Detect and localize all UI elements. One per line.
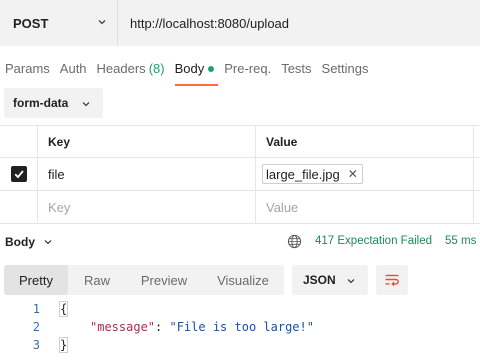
row-key-cell[interactable]: file (38, 158, 256, 190)
method-label: POST (13, 15, 49, 31)
tab-tests-label: Tests (281, 61, 312, 76)
url-text: http://localhost:8080/upload (130, 15, 290, 31)
new-row-extra-cell (474, 191, 480, 223)
close-brace: } (58, 337, 69, 353)
response-time[interactable]: 55 ms (445, 235, 476, 247)
code-key-value: "message": "File is too large!" (90, 320, 314, 334)
row-key-text: file (48, 166, 65, 182)
body-type-select[interactable]: form-data (4, 88, 103, 118)
code-line: 2 "message": "File is too large!" (0, 318, 480, 336)
json-separator: : (155, 320, 170, 334)
body-type-label: form-data (13, 96, 69, 110)
tab-params[interactable]: Params (0, 56, 55, 86)
chevron-down-icon (82, 102, 90, 107)
code-line: 1 { (0, 300, 480, 318)
body-active-dot-icon (208, 66, 215, 72)
response-header: Body 417 Expectation Failed 55 ms (0, 230, 480, 254)
header-extra-cell (474, 126, 480, 157)
json-value: "File is too large!" (169, 320, 314, 334)
view-tab-preview[interactable]: Preview (126, 265, 202, 295)
headers-count: (8) (148, 61, 165, 76)
line-number: 3 (32, 338, 40, 352)
view-tab-raw[interactable]: Raw (68, 265, 126, 295)
row-enabled-checkbox[interactable] (10, 166, 27, 182)
response-body-code[interactable]: 1 { 2 "message": "File is too large!" 3 … (0, 300, 480, 354)
line-number: 2 (32, 320, 40, 334)
status-badge[interactable]: 417 Expectation Failed (315, 235, 432, 247)
format-label: JSON (303, 273, 336, 287)
view-tab-pretty[interactable]: Pretty (4, 265, 68, 295)
row-check-cell (0, 158, 38, 190)
request-bar: POST http://localhost:8080/upload (0, 0, 480, 46)
remove-file-icon[interactable]: ✕ (348, 167, 358, 181)
row-value-cell: large_file.jpg ✕ (256, 158, 474, 190)
wrap-lines-button[interactable] (376, 265, 408, 295)
globe-icon[interactable] (287, 234, 302, 249)
file-chip: large_file.jpg ✕ (262, 164, 363, 184)
tab-auth[interactable]: Auth (55, 56, 92, 86)
form-data-table: Key Value file large_file.jpg ✕ Key Valu… (0, 125, 480, 224)
tab-params-label: Params (5, 61, 50, 76)
tab-settings-label: Settings (321, 61, 369, 76)
code-line: 3 } (0, 336, 480, 354)
request-tabs: Params Auth Headers (8) Body Pre-req. Tes… (0, 56, 374, 86)
column-header-key: Key (38, 126, 256, 157)
tab-settings[interactable]: Settings (317, 56, 374, 86)
view-tab-visualize[interactable]: Visualize (202, 265, 284, 295)
column-header-value: Value (256, 126, 474, 157)
open-brace: { (58, 301, 69, 317)
json-key: "message" (90, 320, 156, 334)
tab-prereq[interactable]: Pre-req. (219, 56, 276, 86)
tab-headers[interactable]: Headers (8) (92, 56, 170, 86)
chevron-down-icon (44, 240, 52, 245)
new-key-input[interactable]: Key (38, 191, 256, 223)
table-row-new: Key Value (0, 191, 480, 224)
method-select[interactable]: POST (0, 0, 118, 46)
new-value-input[interactable]: Value (256, 191, 474, 223)
file-name: large_file.jpg (266, 166, 340, 182)
tab-tests[interactable]: Tests (276, 56, 316, 86)
header-check-cell (0, 126, 38, 157)
line-number: 1 (32, 302, 40, 316)
tab-body-label: Body (174, 61, 205, 76)
check-icon (14, 170, 24, 179)
chevron-down-icon (347, 279, 355, 284)
tab-auth-label: Auth (59, 61, 87, 76)
tab-prereq-label: Pre-req. (224, 61, 272, 76)
response-view-tabs: Pretty Raw Preview Visualize (4, 265, 284, 295)
table-row: file large_file.jpg ✕ (0, 158, 480, 191)
new-row-check-cell (0, 191, 38, 223)
response-title: Body (5, 235, 35, 249)
table-header-row: Key Value (0, 125, 480, 158)
tab-body[interactable]: Body (170, 56, 220, 86)
row-extra-cell (474, 158, 480, 190)
format-select[interactable]: JSON (292, 265, 368, 295)
chevron-down-icon (98, 20, 106, 25)
tab-headers-label: Headers (96, 61, 146, 76)
url-input[interactable]: http://localhost:8080/upload (118, 0, 480, 46)
wrap-lines-icon (385, 274, 399, 287)
response-section-toggle[interactable]: Body (5, 235, 53, 249)
